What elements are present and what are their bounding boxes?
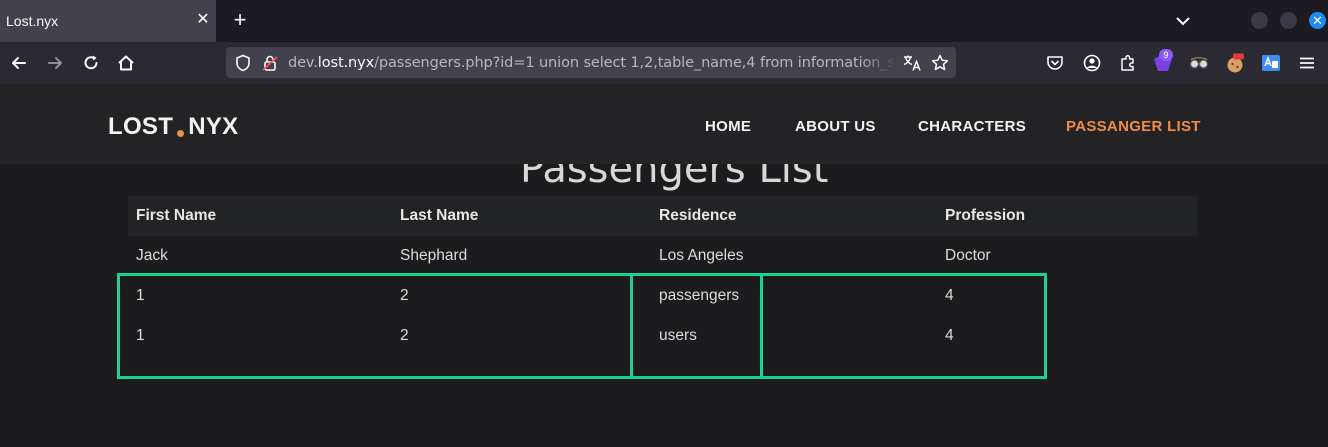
bookmark-star-icon[interactable] [930, 53, 950, 73]
extensions-icon[interactable] [1118, 53, 1138, 73]
column-header-first-name: First Name [136, 207, 217, 224]
nav-characters[interactable]: CHARACTERS [918, 118, 1026, 135]
page-title: Passengers List [520, 164, 829, 192]
url-subdomain: dev. [288, 55, 318, 71]
forward-icon[interactable] [45, 53, 65, 73]
back-icon[interactable] [9, 53, 29, 73]
cell-profession: Doctor [945, 247, 991, 264]
spy-glasses-extension-icon[interactable] [1188, 52, 1210, 74]
reload-icon[interactable] [81, 53, 101, 73]
cell-first-name: Jack [136, 247, 168, 264]
column-header-residence: Residence [659, 207, 737, 224]
translate-icon[interactable] [902, 53, 922, 73]
site-logo[interactable]: LOST NYX [108, 113, 238, 141]
url-text[interactable]: dev.lost.nyx/passengers.php?id=1 union s… [288, 55, 894, 73]
list-all-tabs-icon[interactable] [1174, 12, 1192, 30]
menu-icon[interactable] [1297, 53, 1317, 73]
injected-rows-highlight [117, 273, 1047, 379]
window-maximize-button[interactable] [1280, 12, 1297, 29]
cell-last-name: Shephard [400, 247, 468, 264]
new-tab-button[interactable]: + [230, 9, 250, 31]
page-title-area: Passengers List [0, 164, 1328, 194]
column-header-last-name: Last Name [400, 207, 479, 224]
account-icon[interactable] [1082, 53, 1102, 73]
tab-close-icon[interactable]: ✕ [195, 12, 211, 28]
window-close-button[interactable]: ✕ [1309, 12, 1326, 29]
browser-tab[interactable]: Lost.nyx [0, 0, 216, 42]
logo-dot [177, 129, 185, 137]
tab-title: Lost.nyx [6, 13, 59, 29]
cookie-extension-icon[interactable] [1224, 52, 1246, 74]
nav-home[interactable]: HOME [705, 118, 751, 135]
shield-icon[interactable] [233, 53, 253, 73]
translator-extension-icon[interactable] [1260, 52, 1282, 74]
nav-passanger-list[interactable]: PASSANGER LIST [1066, 118, 1201, 135]
column-header-profession: Profession [945, 207, 1026, 224]
url-fade [860, 49, 896, 76]
nav-about-us[interactable]: ABOUT US [795, 118, 876, 135]
table-name-column-highlight [630, 273, 763, 379]
window-minimize-button[interactable] [1251, 12, 1268, 29]
lock-insecure-icon[interactable] [260, 53, 280, 73]
cell-residence: Los Angeles [659, 247, 744, 264]
home-icon[interactable] [116, 53, 136, 73]
url-path: /passengers.php?id=1 union select 1,2,ta… [374, 55, 894, 71]
extension-badge: 9 [1159, 49, 1173, 61]
url-domain: lost.nyx [317, 55, 375, 71]
logo-text-left: LOST [108, 113, 174, 140]
pocket-icon[interactable] [1045, 53, 1065, 73]
logo-text-right: NYX [188, 113, 239, 140]
